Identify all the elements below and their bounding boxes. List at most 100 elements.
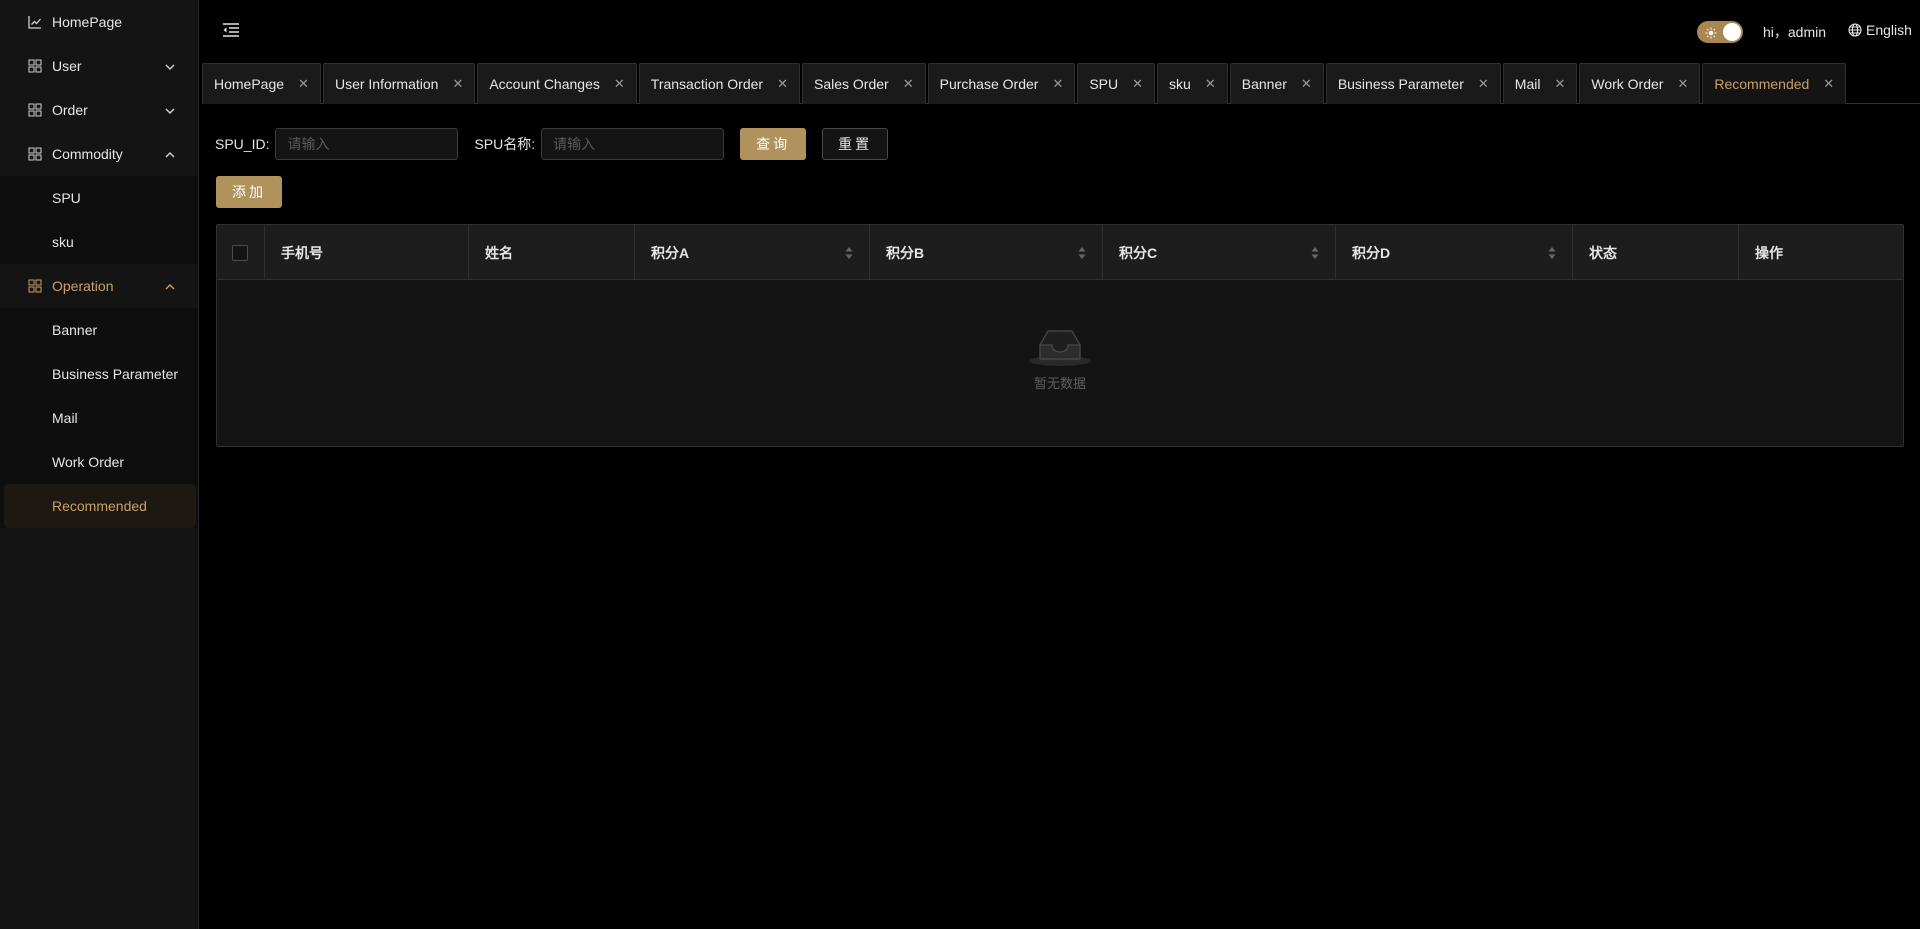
column-header-label: 积分C: [1119, 244, 1158, 261]
sidebar-item-recommended[interactable]: Recommended: [4, 484, 196, 528]
sidebar-item-label: Order: [52, 102, 88, 118]
table-header: 手机号 姓名 积分A 积分B 积分C 积分D 状态 操作: [217, 225, 1903, 280]
sidebar-item-operation[interactable]: Operation: [0, 264, 198, 308]
tab-purchase-order[interactable]: Purchase Order ✕: [927, 63, 1076, 104]
tab-business-parameter[interactable]: Business Parameter ✕: [1325, 63, 1501, 104]
grid-icon: [28, 147, 42, 161]
grid-icon: [28, 279, 42, 293]
sidebar-item-business-parameter[interactable]: Business Parameter: [0, 352, 198, 396]
sidebar-item-user[interactable]: User: [0, 44, 198, 88]
sidebar-item-homepage[interactable]: HomePage: [0, 0, 198, 44]
close-icon[interactable]: ✕: [1052, 76, 1063, 92]
tab-homepage[interactable]: HomePage ✕: [202, 63, 321, 104]
column-header-phone: 手机号: [265, 225, 469, 280]
tab-label: User Information: [334, 76, 439, 92]
chevron-up-icon: [164, 280, 176, 292]
tab-label: sku: [1169, 76, 1191, 92]
close-icon[interactable]: ✕: [903, 76, 914, 92]
chevron-down-icon: [164, 104, 176, 116]
sort-icon[interactable]: [1078, 246, 1086, 260]
tab-banner[interactable]: Banner ✕: [1229, 63, 1324, 104]
sidebar: HomePage User Order Commodity SPU sku Op…: [0, 0, 199, 929]
sidebar-item-label: Operation: [52, 278, 114, 294]
close-icon[interactable]: ✕: [1554, 76, 1565, 92]
search-form: SPU_ID: SPU名称: 查询 重置: [215, 128, 889, 160]
toggle-knob: [1723, 23, 1741, 41]
sidebar-item-spu[interactable]: SPU: [0, 176, 198, 220]
sidebar-item-work-order[interactable]: Work Order: [0, 440, 198, 484]
empty-text: 暂无数据: [1033, 376, 1086, 391]
spu-id-label: SPU_ID:: [215, 136, 270, 152]
grid-icon: [28, 59, 42, 73]
tab-spu[interactable]: SPU ✕: [1077, 63, 1156, 104]
close-icon[interactable]: ✕: [1478, 76, 1489, 92]
tab-label: Recommended: [1714, 76, 1810, 92]
theme-toggle[interactable]: [1697, 21, 1743, 43]
column-header-points-b[interactable]: 积分B: [870, 225, 1103, 280]
tab-label: SPU: [1089, 76, 1119, 92]
column-header-label: 积分A: [651, 244, 690, 261]
tab-work-order[interactable]: Work Order ✕: [1579, 63, 1701, 104]
tab-recommended[interactable]: Recommended ✕: [1702, 63, 1847, 104]
close-icon[interactable]: ✕: [298, 76, 309, 92]
add-button[interactable]: 添加: [216, 176, 282, 208]
spu-id-input[interactable]: [275, 128, 459, 160]
tab-label: Business Parameter: [1337, 76, 1464, 92]
select-all-checkbox[interactable]: [232, 244, 248, 261]
header: hi，admin English: [200, 0, 1920, 62]
query-button[interactable]: 查询: [740, 128, 807, 160]
close-icon[interactable]: ✕: [452, 76, 463, 92]
sidebar-item-sku[interactable]: sku: [0, 220, 198, 264]
submenu-commodity: SPU sku: [0, 176, 198, 264]
sort-icon[interactable]: [1311, 246, 1319, 260]
sidebar-item-label: HomePage: [52, 14, 123, 30]
close-icon[interactable]: ✕: [614, 76, 625, 92]
empty-inbox-icon: [1028, 325, 1092, 367]
column-header-name: 姓名: [469, 225, 635, 280]
submenu-operation: Banner Business Parameter Mail Work Orde…: [0, 308, 198, 528]
close-icon[interactable]: ✕: [1301, 76, 1312, 92]
tab-transaction-order[interactable]: Transaction Order ✕: [638, 63, 800, 104]
column-header-points-a[interactable]: 积分A: [635, 225, 870, 280]
sort-icon[interactable]: [1548, 246, 1556, 260]
tab-mail[interactable]: Mail ✕: [1502, 63, 1578, 104]
close-icon[interactable]: ✕: [1132, 76, 1143, 92]
close-icon[interactable]: ✕: [1677, 76, 1688, 92]
close-icon[interactable]: ✕: [777, 76, 788, 92]
data-table: 手机号 姓名 积分A 积分B 积分C 积分D 状态 操作 暂无数据: [216, 224, 1904, 447]
globe-icon: [1848, 23, 1862, 37]
column-header-actions: 操作: [1755, 244, 1783, 261]
column-header-points-c[interactable]: 积分C: [1103, 225, 1336, 280]
user-greeting[interactable]: hi，admin: [1763, 22, 1826, 42]
tab-label: Purchase Order: [939, 76, 1039, 92]
tab-account-changes[interactable]: Account Changes ✕: [477, 63, 637, 104]
tab-label: Sales Order: [814, 76, 889, 92]
chevron-up-icon: [164, 148, 176, 160]
sort-icon[interactable]: [845, 246, 853, 260]
spu-name-input[interactable]: [541, 128, 725, 160]
tab-bar: HomePage ✕ User Information ✕ Account Chan…: [202, 63, 1920, 104]
sidebar-item-mail[interactable]: Mail: [0, 396, 198, 440]
tab-label: HomePage: [214, 76, 285, 92]
language-label: English: [1866, 22, 1912, 38]
sidebar-item-commodity[interactable]: Commodity: [0, 132, 198, 176]
grid-icon: [28, 103, 42, 117]
menu-fold-icon[interactable]: [222, 22, 240, 38]
sidebar-item-order[interactable]: Order: [0, 88, 198, 132]
tab-sku[interactable]: sku ✕: [1157, 63, 1228, 104]
reset-button[interactable]: 重置: [822, 128, 889, 160]
sun-icon: [1705, 26, 1717, 39]
empty-state: 暂无数据: [217, 325, 1903, 392]
close-icon[interactable]: ✕: [1823, 76, 1834, 92]
column-header-label: 积分D: [1352, 244, 1391, 261]
chevron-down-icon: [164, 60, 176, 72]
tab-label: Banner: [1241, 76, 1287, 92]
language-switcher[interactable]: English: [1848, 22, 1912, 38]
tab-label: Transaction Order: [650, 76, 764, 92]
column-header-points-d[interactable]: 积分D: [1336, 225, 1573, 280]
sidebar-item-banner[interactable]: Banner: [0, 308, 198, 352]
close-icon[interactable]: ✕: [1205, 76, 1216, 92]
tab-user-information[interactable]: User Information ✕: [322, 63, 476, 104]
tab-sales-order[interactable]: Sales Order ✕: [802, 63, 926, 104]
line-chart-icon: [28, 15, 42, 29]
